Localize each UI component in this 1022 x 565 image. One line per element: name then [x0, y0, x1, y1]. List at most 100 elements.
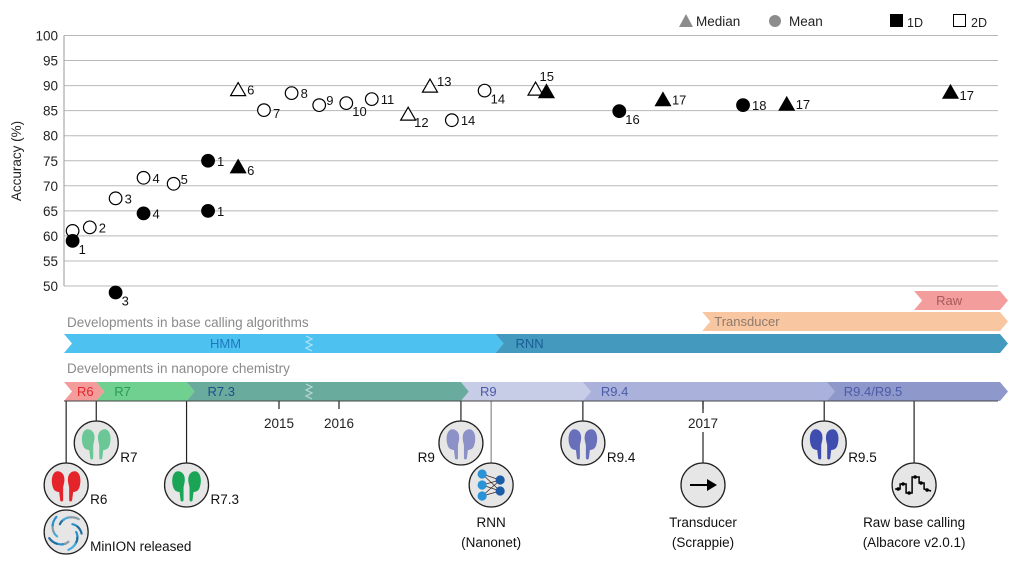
milestone-label: R9.4	[607, 450, 636, 465]
point-label: 18	[752, 98, 766, 113]
network-node	[477, 480, 487, 490]
point-marker-mean-2d	[108, 191, 123, 206]
signal-dot	[907, 491, 911, 495]
year-label: 2016	[324, 416, 354, 431]
point-label: 3	[125, 191, 132, 206]
bar-shape	[495, 334, 1008, 353]
legend-circle-icon	[769, 15, 781, 27]
point-label: 9	[326, 93, 333, 108]
legend-filled-square-icon	[890, 14, 903, 27]
signal-dot	[919, 481, 923, 485]
chemistry-bar-r9-4-r9-5: R9.4/R9.5	[826, 382, 1008, 401]
point-marker-mean-2d	[166, 176, 181, 191]
figure: 50556065707580859095100 Accuracy (%) 123…	[0, 0, 1022, 565]
bar-label: R7	[114, 384, 131, 399]
point-label: 14	[491, 92, 505, 107]
bar-label: R6	[77, 384, 94, 399]
milestone-label: (Scrappie)	[672, 535, 734, 550]
point-label: 3	[122, 294, 129, 309]
milestone-badge	[560, 420, 606, 466]
point-label: 10	[352, 104, 366, 119]
milestone-badge	[468, 462, 514, 508]
milestone-label: R9.5	[848, 450, 877, 465]
milestone-badge	[43, 462, 89, 508]
legend-open-square-icon	[953, 14, 966, 27]
point-marker-mean-1d	[201, 153, 215, 168]
point-label: 4	[153, 206, 160, 221]
point-label: 4	[153, 171, 160, 186]
data-point: 18	[736, 98, 767, 113]
point-label: 6	[247, 163, 254, 178]
point-marker-mean-1d	[136, 206, 151, 221]
legend-label-median: Median	[696, 14, 740, 29]
bar-label: R7.3	[208, 384, 235, 399]
point-label: 5	[181, 172, 188, 187]
chemistry-bars: R6 R7 R7.3 R9 R9.4 R9.4/R9.5	[64, 382, 1008, 401]
bar-label: RNN	[516, 336, 544, 351]
y-tick-label: 100	[35, 29, 58, 44]
milestone-label: RNN	[477, 515, 506, 530]
point-marker-mean-1d	[108, 285, 123, 300]
algorithm-bar-hmm: HMM	[64, 334, 504, 353]
milestone-label: R7	[120, 450, 137, 465]
algorithms-heading: Developments in base calling algorithms	[67, 315, 309, 330]
bar-label: R9	[480, 384, 497, 399]
point-label: 8	[301, 86, 308, 101]
point-label: 1	[79, 242, 86, 257]
point-marker-mean-1d	[201, 203, 215, 218]
algorithm-bar-rnn: RNN	[495, 334, 1008, 353]
legend-label-mean: Mean	[789, 14, 823, 29]
legend-label-2d: 2D	[971, 16, 987, 30]
bar-label: R9.4	[601, 384, 628, 399]
data-point: 14	[444, 113, 475, 128]
bar-label: HMM	[210, 336, 241, 351]
point-label: 1	[217, 204, 224, 219]
algorithm-bar-transducer: Transducer	[702, 312, 1008, 331]
point-label: 11	[381, 92, 395, 107]
y-tick-label: 65	[43, 204, 58, 219]
milestone-badge	[73, 420, 119, 466]
y-tick-label: 55	[43, 254, 58, 269]
point-label: 13	[437, 74, 451, 89]
point-marker-mean-2d	[364, 92, 379, 107]
point-label: 7	[273, 106, 280, 121]
point-label: 2	[99, 220, 106, 235]
point-label: 1	[217, 154, 224, 169]
y-tick-label: 50	[43, 279, 58, 294]
milestone-label: MinION released	[90, 539, 191, 554]
y-tick-label: 85	[43, 104, 58, 119]
milestone-label: R9	[418, 450, 435, 465]
chemistry-bar-r7: R7	[96, 382, 195, 401]
bar-label: R9.4/R9.5	[844, 384, 903, 399]
year-label: 2015	[264, 416, 294, 431]
milestone-badge	[163, 462, 210, 508]
data-point: 11	[364, 92, 395, 107]
y-axis-label: Accuracy (%)	[9, 121, 24, 201]
milestone-label: R6	[90, 492, 107, 507]
network-node	[477, 469, 487, 479]
network-node	[495, 475, 505, 485]
milestone-badge	[438, 420, 484, 466]
point-marker-mean-2d	[284, 86, 299, 101]
chemistry-bar-r9-4: R9.4	[582, 382, 835, 401]
point-marker-mean-2d	[136, 170, 151, 185]
bar-label: Raw	[936, 293, 963, 308]
milestone-badge	[801, 420, 847, 466]
point-marker-mean-2d	[444, 113, 459, 128]
point-marker-mean-2d	[82, 220, 97, 235]
y-tick-label: 75	[43, 154, 58, 169]
bar-shape	[64, 334, 504, 353]
signal-dot	[925, 488, 929, 492]
point-label: 17	[960, 88, 974, 103]
year-label: 2017	[688, 416, 718, 431]
signal-dot	[896, 487, 900, 491]
point-marker-mean-2d	[257, 103, 271, 118]
legend-label-1d: 1D	[907, 16, 923, 30]
y-tick-label: 80	[43, 129, 58, 144]
milestone-label: Transducer	[669, 515, 737, 530]
y-tick-label: 70	[43, 179, 58, 194]
milestone-badge	[891, 462, 937, 508]
y-tick-label: 60	[43, 229, 58, 244]
point-marker-mean-1d	[612, 104, 627, 119]
point-label: 16	[625, 112, 639, 127]
